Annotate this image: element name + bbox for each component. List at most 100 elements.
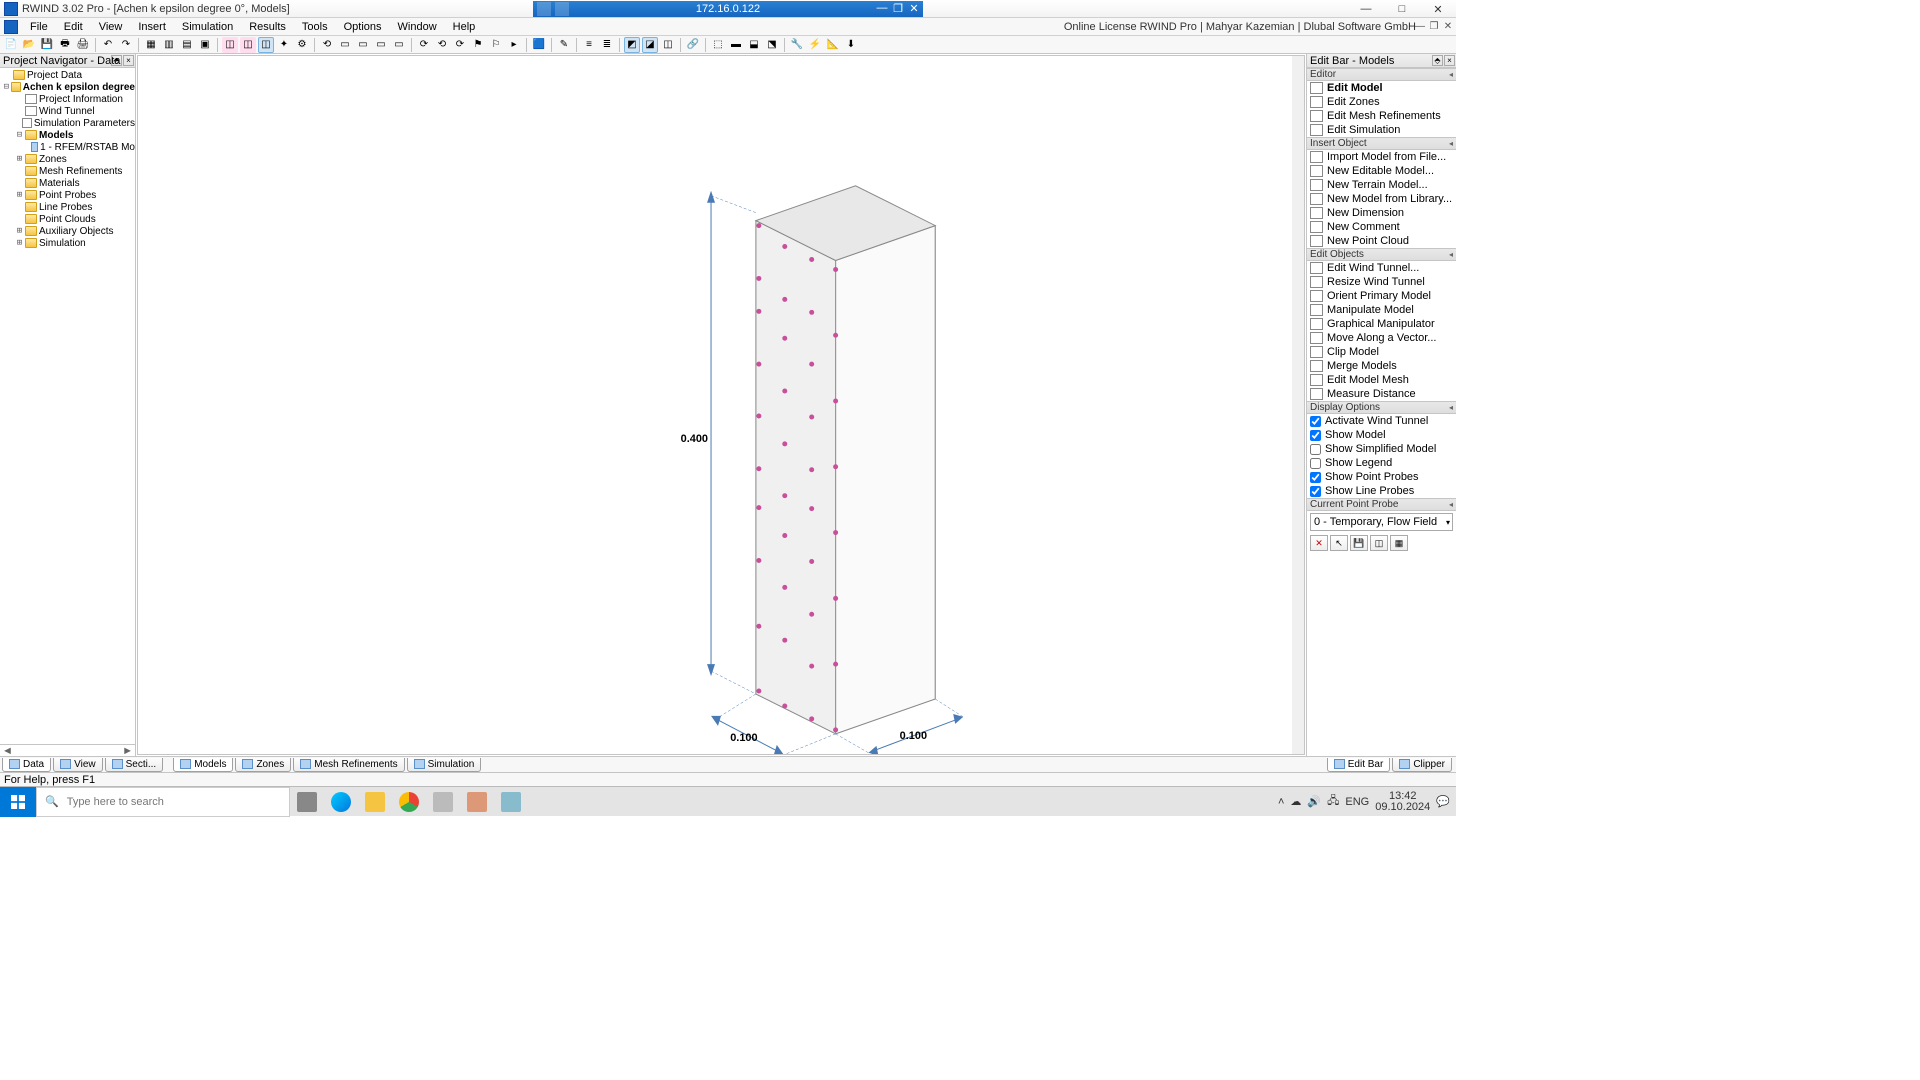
checkbox[interactable]: [1310, 472, 1321, 483]
tree-hscroll[interactable]: ◄►: [0, 744, 135, 756]
save-icon[interactable]: 💾: [39, 37, 55, 53]
probe-tool-2[interactable]: 💾: [1350, 535, 1368, 551]
menu-view[interactable]: View: [91, 21, 131, 33]
edit-bar-item[interactable]: New Dimension: [1307, 206, 1456, 220]
tree-item[interactable]: ⊟Models: [0, 129, 135, 141]
checkbox[interactable]: [1310, 458, 1321, 469]
tree-item[interactable]: Project Information: [0, 93, 135, 105]
section-header[interactable]: Current Point Probe◂: [1307, 498, 1456, 511]
edit-bar-item[interactable]: Manipulate Model: [1307, 303, 1456, 317]
tree-item[interactable]: ⊞Point Probes: [0, 189, 135, 201]
edit-bar-item[interactable]: Edit Zones: [1307, 95, 1456, 109]
open-icon[interactable]: 📂: [21, 37, 37, 53]
signal-icon[interactable]: [555, 2, 569, 16]
menu-tools[interactable]: Tools: [294, 21, 336, 33]
edit-bar-item[interactable]: Show Model: [1307, 428, 1456, 442]
edit-bar-item[interactable]: Show Simplified Model: [1307, 442, 1456, 456]
probe-tool-3[interactable]: ◫: [1370, 535, 1388, 551]
bottom-tab[interactable]: Data: [2, 758, 51, 772]
bottom-tab[interactable]: View: [53, 758, 103, 772]
list1-icon[interactable]: ≡: [581, 37, 597, 53]
remote-close-icon[interactable]: ✕: [907, 2, 921, 15]
pin-icon[interactable]: [537, 2, 551, 16]
m3-icon[interactable]: ⬓: [746, 37, 762, 53]
flag2-icon[interactable]: ⚐: [488, 37, 504, 53]
menu-file[interactable]: File: [22, 21, 56, 33]
edit-bar-item[interactable]: Resize Wind Tunnel: [1307, 275, 1456, 289]
app-menu-icon[interactable]: [4, 20, 18, 34]
tree-item[interactable]: Line Probes: [0, 201, 135, 213]
m4-icon[interactable]: ⬔: [764, 37, 780, 53]
tree-item[interactable]: Wind Tunnel: [0, 105, 135, 117]
taskbar-search[interactable]: 🔍 Type here to search: [36, 787, 290, 817]
probe-select[interactable]: 0 - Temporary, Flow Field▾: [1310, 513, 1453, 531]
bottom-tab[interactable]: Edit Bar: [1327, 758, 1391, 772]
pen-icon[interactable]: ✎: [556, 37, 572, 53]
redo-icon[interactable]: ↷: [118, 37, 134, 53]
edit-bar-item[interactable]: Clip Model: [1307, 345, 1456, 359]
edit-bar-item[interactable]: Graphical Manipulator: [1307, 317, 1456, 331]
menu-simulation[interactable]: Simulation: [174, 21, 241, 33]
tray-volume-icon[interactable]: 🔊: [1307, 795, 1321, 808]
sel2-icon[interactable]: ◪: [642, 37, 658, 53]
tray-lang[interactable]: ENG: [1345, 796, 1369, 808]
viewport-3d[interactable]: 0.400 0.100 0.100: [137, 55, 1305, 755]
tree-item[interactable]: ⊞Simulation: [0, 237, 135, 249]
new-icon[interactable]: 📄: [3, 37, 19, 53]
checkbox[interactable]: [1310, 486, 1321, 497]
m2-icon[interactable]: ▬: [728, 37, 744, 53]
rot2-icon[interactable]: ⟲: [434, 37, 450, 53]
color-icon[interactable]: 🟦: [531, 37, 547, 53]
menu-edit[interactable]: Edit: [56, 21, 91, 33]
tree-item[interactable]: Mesh Refinements: [0, 165, 135, 177]
t4-icon[interactable]: ⬇: [843, 37, 859, 53]
t2-icon[interactable]: ⚡: [807, 37, 823, 53]
checkbox[interactable]: [1310, 444, 1321, 455]
bottom-tab[interactable]: Secti...: [105, 758, 164, 772]
tree-item[interactable]: ⊟Achen k epsilon degree: [0, 81, 135, 93]
viewport-vscroll[interactable]: [1292, 56, 1304, 754]
menu-window[interactable]: Window: [390, 21, 445, 33]
checkbox[interactable]: [1310, 430, 1321, 441]
edit-bar-item[interactable]: New Model from Library...: [1307, 192, 1456, 206]
rot1-icon[interactable]: ⟳: [416, 37, 432, 53]
mdi-minimize-icon[interactable]: —: [1414, 21, 1426, 32]
m1-icon[interactable]: ⬚: [710, 37, 726, 53]
star-icon[interactable]: ✦: [276, 37, 292, 53]
tray-notifications-icon[interactable]: 💬: [1436, 795, 1450, 808]
edit-bar-item[interactable]: Orient Primary Model: [1307, 289, 1456, 303]
tray-chevron-icon[interactable]: ˄: [1278, 796, 1284, 808]
tray-clock[interactable]: 13:42 09.10.2024: [1375, 791, 1430, 813]
grid3-icon[interactable]: ▤: [179, 37, 195, 53]
view3-icon[interactable]: ◫: [258, 37, 274, 53]
menu-options[interactable]: Options: [336, 21, 390, 33]
bottom-tab[interactable]: Clipper: [1392, 758, 1452, 772]
edit-bar-item[interactable]: Import Model from File...: [1307, 150, 1456, 164]
tree-item[interactable]: 1 - RFEM/RSTAB Mo: [0, 141, 135, 153]
chrome-icon[interactable]: [392, 787, 426, 817]
remote-session-bar[interactable]: 172.16.0.122 — ❐ ✕: [533, 1, 923, 17]
panel-pin-icon[interactable]: ⬘: [111, 55, 122, 66]
edit-bar-item[interactable]: Merge Models: [1307, 359, 1456, 373]
remote-minimize-icon[interactable]: —: [875, 2, 889, 15]
tree-item[interactable]: ⊞Auxiliary Objects: [0, 225, 135, 237]
edit-bar-item[interactable]: Edit Mesh Refinements: [1307, 109, 1456, 123]
section-header[interactable]: Display Options◂: [1307, 401, 1456, 414]
edit-bar-item[interactable]: Show Line Probes: [1307, 484, 1456, 498]
sel1-icon[interactable]: ◩: [624, 37, 640, 53]
edit-bar-item[interactable]: New Terrain Model...: [1307, 178, 1456, 192]
editbar-close-icon[interactable]: ×: [1444, 55, 1455, 66]
undo-icon[interactable]: ↶: [100, 37, 116, 53]
sel3-icon[interactable]: ◫: [660, 37, 676, 53]
edit-bar-item[interactable]: New Point Cloud: [1307, 234, 1456, 248]
t3-icon[interactable]: 📐: [825, 37, 841, 53]
edit-bar-item[interactable]: Measure Distance: [1307, 387, 1456, 401]
gear-icon[interactable]: ⚙: [294, 37, 310, 53]
menu-results[interactable]: Results: [241, 21, 294, 33]
bottom-tab[interactable]: Models: [173, 758, 233, 772]
tree-item[interactable]: Simulation Parameters: [0, 117, 135, 129]
win1-icon[interactable]: ▭: [337, 37, 353, 53]
refresh-icon[interactable]: ⟲: [319, 37, 335, 53]
start-button[interactable]: [0, 787, 36, 817]
edge-icon[interactable]: [324, 787, 358, 817]
